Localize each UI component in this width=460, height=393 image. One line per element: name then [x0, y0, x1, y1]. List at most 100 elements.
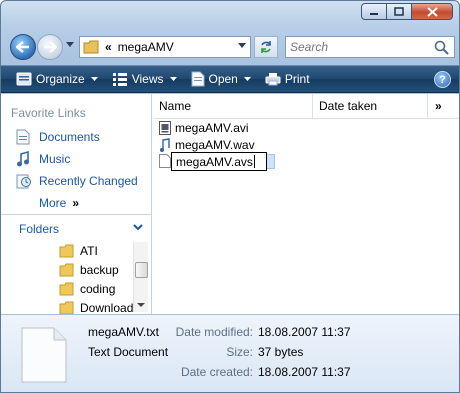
caption-buttons [361, 3, 453, 20]
file-list: Name Date taken » megaAMV.avi megaAMV.wa… [153, 94, 459, 314]
chevron-down-icon [243, 76, 251, 81]
column-name[interactable]: Name [159, 94, 191, 118]
column-divider[interactable] [427, 94, 428, 118]
favorite-link-label: Music [39, 152, 71, 166]
size-label: Size: [226, 345, 253, 359]
refresh-button[interactable] [254, 36, 278, 58]
chevron-down-icon [90, 76, 98, 81]
open-label: Open [208, 72, 238, 86]
search-input[interactable] [286, 37, 426, 57]
minimize-button[interactable] [361, 3, 387, 20]
navigation-pane: Favorite Links Documents Music Recently … [1, 94, 152, 315]
date-created-value: 18.08.2007 11:37 [258, 365, 351, 379]
favorite-link-label: Recently Changed [39, 174, 138, 188]
breadcrumb-chevron[interactable]: « [105, 40, 112, 54]
recent-pages-dropdown[interactable] [66, 42, 74, 48]
chevron-down-icon [133, 224, 143, 231]
forward-button[interactable] [37, 34, 63, 60]
rename-selection-highlight [267, 154, 275, 169]
rename-input[interactable]: megaAMV.avs [171, 152, 267, 171]
chevron-down-icon[interactable] [238, 43, 246, 49]
print-label: Print [284, 72, 310, 86]
text-caret [253, 155, 255, 168]
file-row[interactable]: megaAMV.avi [159, 121, 249, 135]
tree-folder-label: ATI [80, 244, 98, 258]
scroll-down-icon[interactable] [137, 303, 145, 308]
favorite-link-label: Documents [39, 130, 100, 144]
favorite-link-music[interactable]: Music [15, 151, 70, 167]
help-button[interactable]: ? [434, 71, 451, 88]
tree-folder[interactable]: Download [59, 301, 133, 315]
favorite-link-documents[interactable]: Documents [15, 129, 100, 145]
file-name: megaAMV.wav [175, 138, 255, 152]
navigation-bar: « megaAMV [1, 27, 459, 63]
date-modified-value: 18.08.2007 11:37 [258, 325, 351, 339]
close-icon [426, 6, 438, 17]
tree-folder-label: Download [80, 301, 134, 315]
more-columns-button[interactable]: » [435, 94, 442, 118]
scrollbar-thumb[interactable] [135, 262, 148, 278]
folder-icon [83, 40, 99, 54]
organize-icon [16, 72, 32, 86]
text-file-icon [159, 154, 171, 168]
print-button[interactable]: Print [260, 68, 315, 90]
open-button[interactable]: Open [186, 68, 256, 90]
maximize-button[interactable] [386, 3, 412, 20]
file-name: megaAMV.avi [175, 121, 249, 135]
printer-icon [265, 73, 281, 86]
explorer-window: « megaAMV Organize [0, 0, 460, 393]
folder-icon [59, 263, 74, 277]
size-value: 37 bytes [258, 345, 304, 359]
audio-file-icon [159, 138, 171, 152]
folder-icon [59, 301, 74, 315]
arrow-right-icon [44, 41, 57, 53]
open-document-icon [191, 71, 204, 87]
organize-button[interactable]: Organize [11, 68, 103, 90]
double-chevron-icon: » [72, 196, 80, 210]
selected-file-name: megaAMV.txt [88, 325, 159, 339]
column-divider[interactable] [312, 94, 313, 118]
recently-changed-icon [15, 173, 31, 189]
arrow-left-icon [16, 41, 29, 53]
text-document-icon [21, 327, 67, 383]
folders-scrollbar[interactable] [133, 242, 148, 312]
content-area: Favorite Links Documents Music Recently … [1, 94, 459, 315]
selected-file-type: Text Document [88, 345, 169, 359]
date-created-label: Date created: [180, 365, 253, 379]
organize-label: Organize [36, 72, 85, 86]
documents-icon [15, 129, 31, 145]
close-button[interactable] [411, 3, 453, 20]
date-modified-label: Date modified: [175, 325, 253, 339]
tree-folder[interactable]: backup [59, 263, 119, 277]
views-icon [112, 73, 127, 86]
folders-header[interactable]: Folders [1, 214, 151, 242]
folder-icon [59, 282, 74, 296]
search-box [285, 36, 455, 58]
folder-icon [59, 244, 74, 258]
breadcrumb-current[interactable]: megaAMV [118, 40, 174, 54]
views-button[interactable]: Views [107, 68, 182, 90]
favorite-link-recently-changed[interactable]: Recently Changed [15, 173, 138, 189]
address-bar[interactable]: « megaAMV [79, 36, 251, 58]
column-header-bar: Name Date taken » [153, 94, 459, 119]
rename-text: megaAMV.avs [176, 154, 253, 169]
favorite-links-title: Favorite Links [11, 106, 86, 120]
tree-folder-label: coding [80, 282, 116, 296]
tree-folder[interactable]: coding [59, 282, 115, 296]
file-row[interactable]: megaAMV.wav [159, 138, 255, 152]
back-button[interactable] [10, 34, 36, 60]
command-bar: Organize Views Open Print ? [1, 65, 459, 93]
folders-label: Folders [19, 221, 60, 236]
details-pane: megaAMV.txt Text Document Date modified:… [1, 314, 459, 392]
more-label: More [39, 196, 67, 210]
music-icon [15, 151, 31, 167]
tree-folder[interactable]: ATI [59, 244, 98, 258]
column-date-taken[interactable]: Date taken [319, 94, 377, 118]
chevron-down-icon [169, 76, 177, 81]
more-links[interactable]: More » [39, 196, 79, 210]
search-icon[interactable] [434, 40, 449, 55]
refresh-icon [261, 41, 271, 53]
views-label: Views [131, 72, 164, 86]
tree-folder-label: backup [80, 263, 119, 277]
video-file-icon [159, 121, 171, 135]
